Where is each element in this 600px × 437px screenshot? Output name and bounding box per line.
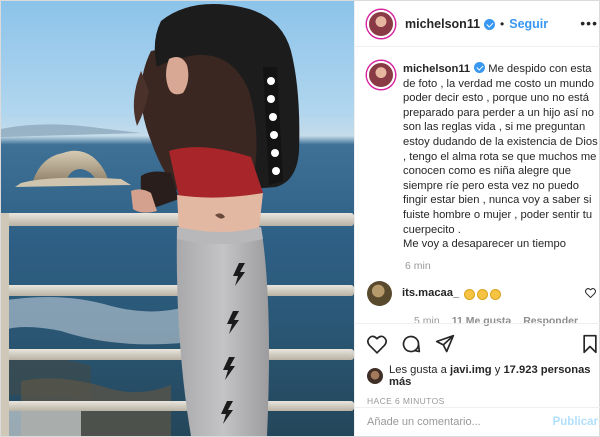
likes-text: Les gusta a javi.img y 17.923 personas m…: [389, 364, 598, 388]
verified-badge-icon: [484, 19, 496, 30]
caption-row: michelson11 Me despido con esta de foto …: [367, 61, 598, 252]
crying-emoji-icon: [464, 288, 476, 300]
comments-area: michelson11 Me despido con esta de foto …: [355, 47, 600, 327]
bookmark-icon[interactable]: [582, 334, 598, 354]
avatar[interactable]: [367, 9, 395, 38]
separator-dot: •: [500, 16, 505, 31]
verified-badge-icon: [474, 62, 486, 73]
caption-body: Me despido con esta de foto , la verdad …: [403, 63, 598, 251]
action-icons: [367, 334, 598, 354]
heart-icon[interactable]: [367, 335, 387, 354]
comment-avatar[interactable]: [367, 280, 392, 306]
comment-input[interactable]: [367, 416, 553, 428]
likes-summary: Les gusta a javi.img y 17.923 personas m…: [367, 364, 598, 388]
side-panel: michelson11 • Seguir ••• michelson11 Me …: [354, 1, 600, 436]
comment-icon[interactable]: [401, 334, 421, 354]
post-modal: michelson11 • Seguir ••• michelson11 Me …: [0, 0, 600, 437]
post-photo[interactable]: [1, 1, 354, 436]
caption-text: michelson11 Me despido con esta de foto …: [403, 61, 598, 252]
publish-button[interactable]: Publicar: [553, 416, 598, 428]
crying-emoji-icon: [477, 288, 489, 300]
photo-illustration: [1, 4, 354, 436]
liker-username[interactable]: javi.img: [450, 364, 492, 376]
follow-button[interactable]: Seguir: [509, 17, 548, 31]
header-username[interactable]: michelson11: [405, 17, 480, 31]
share-icon[interactable]: [435, 334, 455, 354]
caption-avatar[interactable]: [367, 61, 395, 89]
likes-prefix: Les gusta a: [389, 364, 447, 376]
comment-username[interactable]: its.macaa_: [402, 287, 459, 299]
add-comment-bar: Publicar: [355, 407, 600, 436]
post-header: michelson11 • Seguir •••: [355, 1, 600, 47]
caption-username[interactable]: michelson11: [403, 63, 470, 75]
more-options-icon[interactable]: •••: [580, 15, 598, 31]
crying-emoji-icon: [490, 288, 502, 300]
liker-avatar[interactable]: [367, 368, 383, 384]
comment-like-heart-icon[interactable]: [585, 288, 596, 299]
likes-connector: y: [494, 364, 501, 376]
action-bar: Les gusta a javi.img y 17.923 personas m…: [355, 323, 600, 406]
comment-item: its.macaa_: [367, 280, 598, 306]
caption-time[interactable]: 6 min: [405, 260, 598, 272]
post-timestamp[interactable]: HACE 6 MINUTOS: [367, 396, 598, 406]
